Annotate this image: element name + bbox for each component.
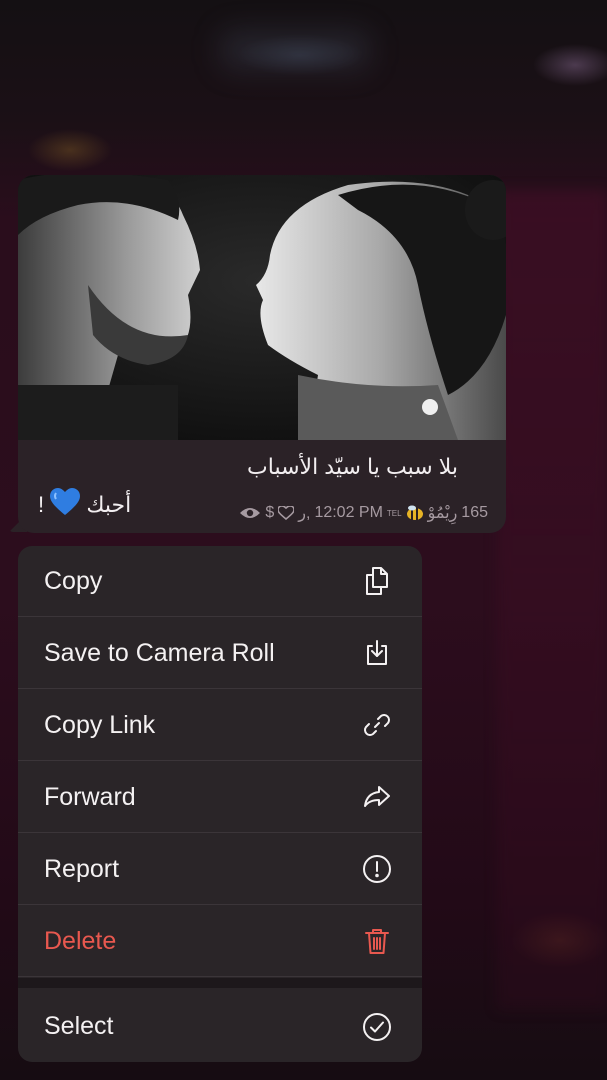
blue-heart-icon: [50, 488, 81, 515]
meta-suffix: ر,: [298, 505, 311, 522]
view-count: 165: [461, 504, 488, 521]
menu-item-label: Delete: [44, 926, 117, 955]
menu-item-label: Copy Link: [44, 710, 156, 739]
menu-item-label: Save to Camera Roll: [44, 638, 275, 667]
caption-exclaim: !: [38, 492, 45, 517]
menu-item-label: Report: [44, 854, 120, 883]
checkmark-circle-icon: [360, 1010, 394, 1044]
menu-item-report[interactable]: Report: [18, 834, 422, 905]
save-download-icon: [360, 636, 394, 670]
menu-item-forward[interactable]: Forward: [18, 762, 422, 833]
menu-item-delete[interactable]: Delete: [18, 906, 422, 977]
author-badge: TEL: [386, 508, 402, 518]
forward-arrow-icon: [360, 780, 394, 814]
bee-icon: [406, 505, 423, 520]
menu-item-label: Copy: [44, 566, 103, 595]
caption-love-text: أحبك: [86, 492, 132, 517]
menu-item-save-to-camera-roll[interactable]: Save to Camera Roll: [18, 618, 422, 689]
menu-item-copy-link[interactable]: Copy Link: [18, 690, 422, 761]
link-icon: [360, 708, 394, 742]
message-caption-love: ! أحبك: [38, 488, 131, 518]
heart-glyph-icon: [278, 506, 295, 520]
message-bubble[interactable]: بلا سبب يا سيّد الأسباب ! أحبك $ ر, 12:0…: [18, 175, 506, 533]
menu-item-label: Select: [44, 1012, 114, 1040]
blurred-header-blob: [220, 30, 370, 70]
message-photo[interactable]: [18, 175, 506, 440]
menu-item-label: Forward: [44, 782, 136, 811]
copy-icon: [360, 564, 394, 598]
message-meta: $ ر, 12:02 PM TEL رِيْمُوْ 165: [239, 503, 488, 523]
message-caption: بلا سبب يا سيّد الأسباب: [247, 454, 458, 479]
context-menu: Copy Save to Camera Roll Copy Link Forwa…: [18, 546, 422, 1062]
message-time: 12:02 PM: [314, 504, 383, 521]
menu-item-copy[interactable]: Copy: [18, 546, 422, 617]
message-author: رِيْمُوْ: [427, 505, 458, 522]
menu-separator: [18, 978, 422, 988]
menu-item-select[interactable]: Select: [18, 991, 422, 1062]
exclamation-circle-icon: [360, 852, 394, 886]
trash-icon: [360, 924, 394, 958]
dollar-glyph: $: [265, 504, 275, 521]
eye-icon: [240, 508, 261, 518]
